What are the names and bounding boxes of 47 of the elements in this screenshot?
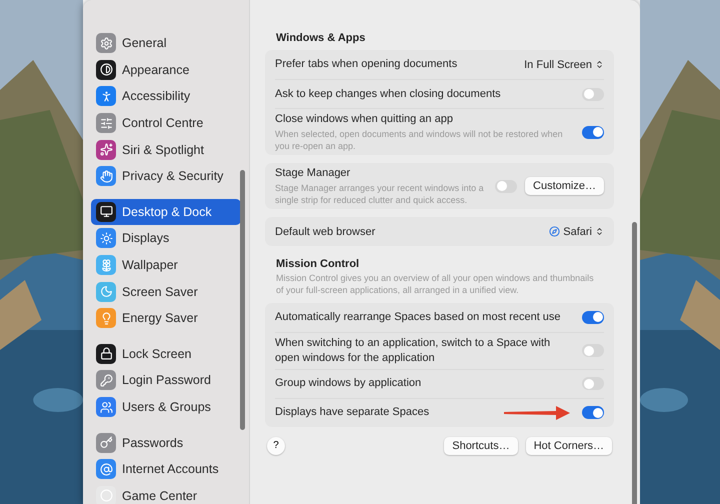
setting-label: Stage Manager — [275, 166, 352, 182]
setting-label: Displays have separate Spaces — [275, 405, 430, 420]
footer-button[interactable]: Shortcuts… — [444, 436, 518, 454]
sidebar-item[interactable]: Displays — [91, 225, 241, 252]
setting-description: Stage Manager arranges your recent windows into a single strip for reduced clutter and quick access. — [275, 183, 485, 206]
sidebar-item[interactable]: Control Centre — [91, 110, 241, 136]
section-title: Windows & Apps — [276, 32, 366, 44]
popup-menu[interactable]: In Full Screen — [524, 58, 604, 70]
toggle-switch[interactable] — [582, 344, 604, 358]
sidebar-item[interactable]: Appearance — [91, 56, 241, 84]
setting-description: When selected, open documents and windows will not be restored when you re-open an app. — [275, 128, 564, 152]
toggle-switch[interactable] — [495, 180, 518, 193]
sidebar-item[interactable]: Siri & Spotlight — [91, 136, 241, 163]
setting-label: Ask to keep changes when closing documents — [275, 86, 502, 102]
chevrons-icon — [595, 227, 604, 236]
setting-label: When switching to an application, switch to a Space with open windows for the application — [275, 336, 552, 366]
footer-button[interactable]: Hot Corners… — [526, 436, 612, 454]
sidebar-item[interactable]: Lock Screen — [91, 340, 241, 368]
setting-label: Prefer tabs when opening documents — [275, 57, 458, 72]
section-title: Mission Control — [276, 258, 360, 270]
sidebar-item[interactable]: Internet Accounts — [91, 456, 241, 482]
section-description: Mission Control gives you an overview of all your open windows and thumbnails of your full-screen applications, all arranged in a unified view. — [276, 273, 595, 297]
customize-button[interactable]: Customize… — [525, 177, 604, 196]
sidebar-item[interactable]: Energy Saver — [91, 304, 241, 332]
sidebar-item[interactable]: Users & Groups — [91, 394, 241, 420]
toggle-switch[interactable] — [582, 310, 604, 324]
setting-label: Automatically rearrange Spaces based on most recent use — [275, 310, 562, 325]
toggle-switch[interactable] — [582, 377, 604, 390]
sidebar-item[interactable]: General — [91, 30, 241, 57]
toggle-switch[interactable] — [582, 406, 604, 419]
sidebar-item[interactable]: Login Password — [91, 367, 241, 394]
sidebar-item[interactable]: Screen Saver — [91, 278, 241, 305]
chevrons-icon — [595, 60, 604, 69]
help-button[interactable]: ? — [267, 436, 285, 454]
sidebar-item[interactable]: Game Center — [91, 482, 241, 504]
setting-label: Close windows when quitting an app — [275, 112, 454, 127]
toggle-switch[interactable] — [582, 88, 604, 100]
toggle-switch[interactable] — [582, 126, 604, 139]
sidebar-item[interactable]: Desktop & Dock — [91, 198, 241, 226]
setting-label: Group windows by application — [275, 376, 422, 391]
sidebar-item[interactable]: Accessibility — [91, 83, 241, 110]
popup-menu[interactable]: Safari — [549, 226, 604, 238]
setting-label: Default web browser — [275, 224, 376, 240]
sidebar-item[interactable]: Passwords — [91, 429, 241, 456]
sidebar-item[interactable]: Wallpaper — [91, 252, 241, 278]
sidebar-item[interactable]: Privacy & Security — [91, 162, 241, 190]
compass-icon — [549, 226, 560, 238]
